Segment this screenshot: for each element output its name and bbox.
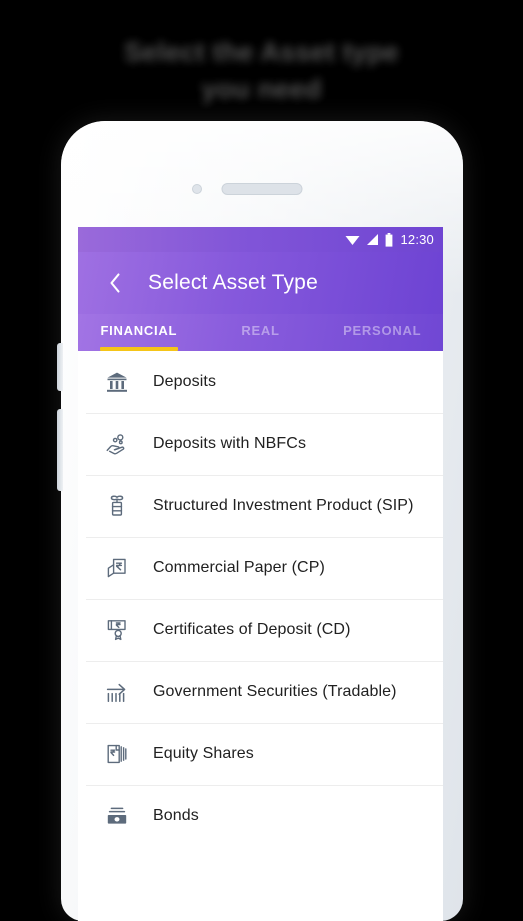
list-item[interactable]: Deposits <box>78 351 443 413</box>
tab-bar: FINANCIAL REAL PERSONAL <box>78 314 443 351</box>
list-item-label: Certificates of Deposit (CD) <box>153 621 351 638</box>
asset-type-list: Deposits Deposits with NBFCs Structured … <box>78 351 443 921</box>
list-item[interactable]: Commercial Paper (CP) <box>78 537 443 599</box>
app-bar: Select Asset Type <box>78 252 443 314</box>
list-item-label: Commercial Paper (CP) <box>153 559 325 576</box>
list-item-label: Deposits with NBFCs <box>153 435 307 452</box>
list-item[interactable]: Structured Investment Product (SIP) <box>78 475 443 537</box>
hand-coins-icon <box>102 429 132 459</box>
list-item[interactable]: Bonds <box>78 785 443 847</box>
growth-arrow-icon <box>102 677 132 707</box>
front-camera-icon <box>192 184 202 194</box>
status-bar: 12:30 <box>78 227 443 252</box>
signal-icon <box>367 234 379 245</box>
list-item-label: Bonds <box>153 807 199 824</box>
power-button[interactable] <box>57 409 63 491</box>
bank-icon <box>102 367 132 397</box>
chevron-left-icon <box>110 273 120 293</box>
back-button[interactable] <box>102 266 128 300</box>
tab-real-label: REAL <box>241 323 280 338</box>
page-title: Select Asset Type <box>148 271 318 294</box>
list-item[interactable]: Deposits with NBFCs <box>78 413 443 475</box>
sip-stack-icon <box>102 491 132 521</box>
earpiece-speaker <box>221 183 303 195</box>
tab-real[interactable]: REAL <box>200 314 322 351</box>
tab-financial-label: FINANCIAL <box>100 323 178 338</box>
tab-financial[interactable]: FINANCIAL <box>78 314 200 351</box>
caption-line-2: you need <box>201 73 322 104</box>
phone-screen: 12:30 Select Asset Type FINANCIAL REAL P… <box>78 227 443 921</box>
list-item-label: Deposits <box>153 373 217 390</box>
caption-line-1: Select the Asset type <box>124 37 399 67</box>
marketing-caption: Select the Asset type you need <box>0 34 523 107</box>
phone-device-mockup: 12:30 Select Asset Type FINANCIAL REAL P… <box>57 121 463 921</box>
wifi-icon <box>345 236 360 245</box>
rupee-document-icon <box>102 553 132 583</box>
cash-bundle-icon <box>102 801 132 831</box>
certificate-seal-icon <box>102 615 132 645</box>
list-item[interactable]: Certificates of Deposit (CD) <box>78 599 443 661</box>
tab-personal-label: PERSONAL <box>343 323 422 338</box>
status-bar-clock: 12:30 <box>400 232 434 247</box>
battery-icon <box>386 232 393 247</box>
tab-personal[interactable]: PERSONAL <box>321 314 443 351</box>
list-item-label: Government Securities (Tradable) <box>153 683 397 700</box>
volume-button[interactable] <box>57 343 63 391</box>
list-item-label: Structured Investment Product (SIP) <box>153 497 414 514</box>
list-item[interactable]: Government Securities (Tradable) <box>78 661 443 723</box>
list-item[interactable]: Equity Shares <box>78 723 443 785</box>
list-item-label: Equity Shares <box>153 745 254 762</box>
rupee-notes-icon <box>102 739 132 769</box>
